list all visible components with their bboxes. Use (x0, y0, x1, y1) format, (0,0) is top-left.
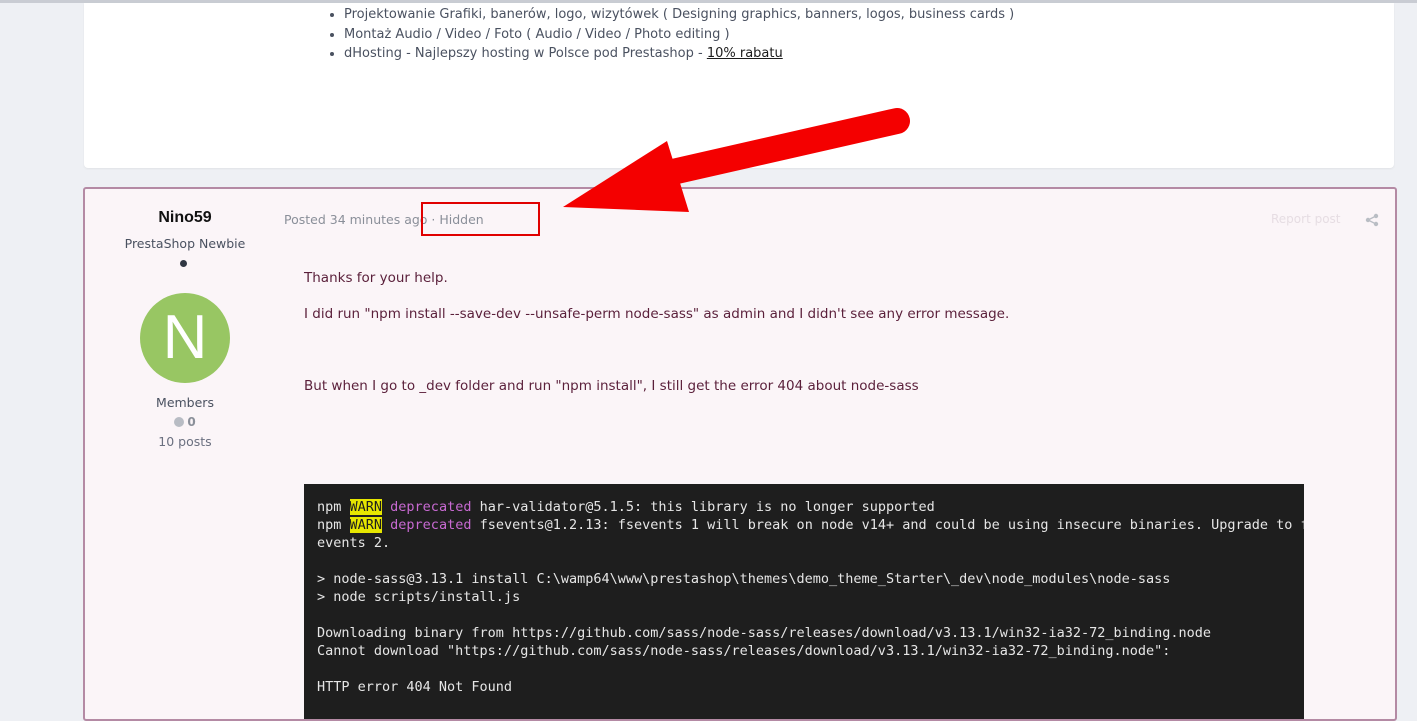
terminal-screenshot: npm WARN deprecated har-validator@5.1.5:… (304, 484, 1304, 719)
previous-post-card: Projektowanie Grafiki, banerów, logo, wi… (84, 3, 1394, 168)
share-icon[interactable] (1365, 213, 1379, 227)
list-item: dHosting - Najlepszy hosting w Polsce po… (330, 44, 1014, 64)
list-item: Projektowanie Grafiki, banerów, logo, wi… (330, 5, 1014, 25)
terminal-line: events 2. (317, 535, 391, 551)
author-name[interactable]: Nino59 (85, 209, 285, 227)
hosting-text: dHosting - Najlepszy hosting w Polsce po… (344, 46, 707, 61)
signature-list: Projektowanie Grafiki, banerów, logo, wi… (330, 5, 1014, 64)
reputation: 0 (85, 415, 285, 429)
terminal-line: Downloading binary from https://github.c… (317, 625, 1212, 641)
terminal-line: > node-sass@3.13.1 install C:\wamp64\www… (317, 571, 1171, 587)
deprecated-label: deprecated (390, 517, 472, 533)
terminal-line: npm WARN deprecated har-validator@5.1.5:… (317, 499, 935, 515)
list-item: Montaż Audio / Video / Foto ( Audio / Vi… (330, 25, 1014, 45)
warn-badge: WARN (349, 499, 383, 515)
annotation-highlight-box (421, 202, 540, 236)
online-status-icon (180, 260, 187, 267)
deprecated-label: deprecated (390, 499, 472, 515)
reputation-icon (174, 417, 185, 427)
terminal-line: Cannot download "https://github.com/sass… (317, 643, 1171, 659)
post-count: 10 posts (158, 434, 212, 449)
terminal-line: HTTP error 404 Not Found (317, 679, 513, 695)
terminal-line: npm WARN deprecated fsevents@1.2.13: fse… (317, 517, 1304, 533)
terminal-line: > node scripts/install.js (317, 589, 521, 605)
avatar[interactable]: N (140, 293, 230, 383)
report-post-link[interactable]: Report post (1271, 212, 1341, 226)
warn-badge: WARN (349, 517, 383, 533)
post-paragraph: But when I go to _dev folder and run "np… (304, 378, 919, 394)
posted-time[interactable]: Posted 34 minutes ago (284, 212, 427, 227)
hosting-discount-link[interactable]: 10% rabatu (707, 46, 783, 61)
author-rank: PrestaShop Newbie (124, 236, 246, 251)
post-paragraph: I did run "npm install --save-dev --unsa… (304, 306, 1010, 322)
member-group: Members (156, 395, 214, 410)
post-paragraph: Thanks for your help. (304, 270, 448, 286)
reputation-value: 0 (187, 415, 196, 429)
post-card: Nino59 PrestaShop Newbie N Members 0 10 … (83, 187, 1397, 721)
